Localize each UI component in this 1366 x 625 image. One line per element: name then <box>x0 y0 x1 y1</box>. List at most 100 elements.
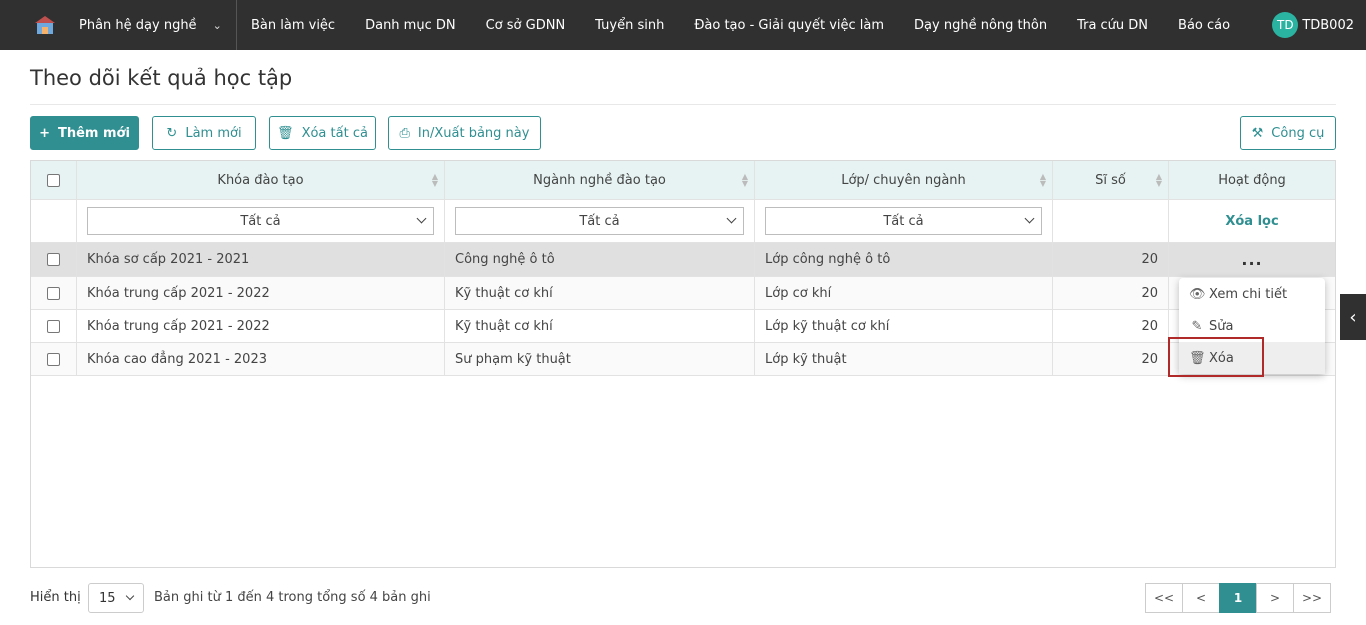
table-row[interactable]: Khóa sơ cấp 2021 - 2021 Công nghệ ô tô L… <box>31 243 1335 277</box>
filter-course-cell: Tất cả <box>77 200 445 243</box>
select-all-cell <box>31 161 77 200</box>
header-course[interactable]: Khóa đào tạo ▲ ▼ <box>77 161 445 200</box>
header-class[interactable]: Lớp/ chuyên ngành ▲ ▼ <box>755 161 1053 200</box>
user-menu[interactable]: TD TDB002 <box>1272 12 1354 38</box>
nav-co-so-gdnn[interactable]: Cơ sở GDNN <box>486 18 566 33</box>
tools-icon: ⚒ <box>1251 125 1264 141</box>
trash-icon: 🗑 <box>277 125 294 141</box>
row-class: Lớp kỹ thuật cơ khí <box>755 310 1053 343</box>
filter-major-cell: Tất cả <box>445 200 755 243</box>
page-last-button[interactable]: >> <box>1293 583 1331 613</box>
tools-button-label: Công cụ <box>1271 125 1325 141</box>
row-count: 20 <box>1053 310 1169 343</box>
filter-empty-cell <box>31 200 77 243</box>
table-row[interactable]: Khóa cao đẳng 2021 - 2023 Sư phạm kỹ thu… <box>31 343 1335 376</box>
title-divider <box>30 104 1336 105</box>
app-logo-icon[interactable] <box>34 14 56 36</box>
avatar: TD <box>1272 12 1299 38</box>
row-count: 20 <box>1053 243 1169 277</box>
sort-icon: ▲ ▼ <box>431 172 438 188</box>
sort-icon: ▲ ▼ <box>1039 172 1046 188</box>
row-class: Lớp kỹ thuật <box>755 343 1053 376</box>
page-1-button[interactable]: 1 <box>1219 583 1257 613</box>
filter-major-select[interactable]: Tất cả <box>455 207 744 235</box>
row-class: Lớp cơ khí <box>755 277 1053 310</box>
print-export-button-label: In/Xuất bảng này <box>417 125 530 141</box>
refresh-button-label: Làm mới <box>185 125 242 141</box>
nav-danh-muc-dn[interactable]: Danh mục DN <box>365 18 456 33</box>
chevron-down-icon <box>726 213 737 224</box>
select-all-checkbox[interactable] <box>47 173 60 187</box>
page-first-button[interactable]: << <box>1145 583 1183 613</box>
more-actions-icon[interactable]: ... <box>1241 250 1262 269</box>
chevron-down-icon <box>1024 213 1035 224</box>
header-major[interactable]: Ngành nghề đào tạo ▲ ▼ <box>445 161 755 200</box>
row-checkbox[interactable] <box>47 253 60 266</box>
chevron-down-icon: ⌄ <box>212 18 222 32</box>
filter-class-cell: Tất cả <box>755 200 1053 243</box>
collapse-panel-button[interactable]: ‹ <box>1340 294 1366 340</box>
row-course: Khóa trung cấp 2021 - 2022 <box>77 310 445 343</box>
highlight-box <box>1168 337 1264 377</box>
add-button[interactable]: + Thêm mới <box>30 116 139 150</box>
row-checkbox[interactable] <box>47 352 60 366</box>
row-major: Kỹ thuật cơ khí <box>445 277 755 310</box>
page-prev-button[interactable]: < <box>1182 583 1220 613</box>
print-export-button[interactable]: ⎙ In/Xuất bảng này <box>388 116 541 150</box>
page-size-label: Hiển thị <box>30 590 81 605</box>
header-course-label: Khóa đào tạo <box>217 172 304 188</box>
table-row[interactable]: Khóa trung cấp 2021 - 2022 Kỹ thuật cơ k… <box>31 277 1335 310</box>
row-checkbox[interactable] <box>47 286 60 300</box>
chevron-left-icon: ‹ <box>1349 306 1357 328</box>
filter-major-value: Tất cả <box>579 213 620 229</box>
filter-actions-cell: Xóa lọc <box>1169 200 1335 243</box>
header-count[interactable]: Sĩ số ▲ ▼ <box>1053 161 1169 200</box>
row-checkbox-cell <box>31 343 77 376</box>
page-title: Theo dõi kết quả học tập <box>30 66 293 90</box>
row-course: Khóa cao đẳng 2021 - 2023 <box>77 343 445 376</box>
row-checkbox-cell <box>31 277 77 310</box>
clear-filter-link[interactable]: Xóa lọc <box>1225 214 1278 229</box>
nav-tuyen-sinh[interactable]: Tuyển sinh <box>595 18 664 33</box>
filter-course-select[interactable]: Tất cả <box>87 207 434 235</box>
header-class-label: Lớp/ chuyên ngành <box>841 172 966 188</box>
printer-icon: ⎙ <box>399 125 410 141</box>
eye-icon: 👁 <box>1189 286 1206 302</box>
add-button-label: Thêm mới <box>57 125 130 141</box>
refresh-button[interactable]: ↻ Làm mới <box>152 116 256 150</box>
filter-class-select[interactable]: Tất cả <box>765 207 1042 235</box>
row-checkbox[interactable] <box>47 319 60 333</box>
page-next-button[interactable]: > <box>1256 583 1294 613</box>
nav-bao-cao[interactable]: Báo cáo <box>1178 18 1230 33</box>
row-checkbox-cell <box>31 310 77 343</box>
row-count: 20 <box>1053 343 1169 376</box>
row-course: Khóa sơ cấp 2021 - 2021 <box>77 243 445 277</box>
row-checkbox-cell <box>31 243 77 277</box>
row-major: Sư phạm kỹ thuật <box>445 343 755 376</box>
sort-icon: ▲ ▼ <box>741 172 748 188</box>
row-course: Khóa trung cấp 2021 - 2022 <box>77 277 445 310</box>
nav-day-nghe-nong-thon[interactable]: Dạy nghề nông thôn <box>914 18 1047 33</box>
page-size-select[interactable]: 15 <box>88 583 144 613</box>
plus-icon: + <box>39 125 50 141</box>
navbar-divider <box>236 0 237 50</box>
main-nav: Bàn làm việc Danh mục DN Cơ sở GDNN Tuyể… <box>251 0 1260 50</box>
header-major-label: Ngành nghề đào tạo <box>533 172 666 188</box>
edit-icon: ✎ <box>1191 318 1203 334</box>
nav-dao-tao[interactable]: Đào tạo - Giải quyết việc làm <box>694 18 884 33</box>
menu-item-view-label: Xem chi tiết <box>1209 286 1288 302</box>
menu-item-view-details[interactable]: 👁 Xem chi tiết <box>1179 278 1325 310</box>
chevron-down-icon <box>125 591 135 601</box>
page-size-value: 15 <box>99 590 116 606</box>
module-selector[interactable]: Phân hệ dạy nghề ⌄ <box>79 0 222 50</box>
row-actions-cell: ... <box>1169 243 1335 277</box>
tools-button[interactable]: ⚒ Công cụ <box>1240 116 1336 150</box>
table-row[interactable]: Khóa trung cấp 2021 - 2022 Kỹ thuật cơ k… <box>31 310 1335 343</box>
pagination: << < 1 > >> <box>1145 583 1331 613</box>
nav-ban-lam-viec[interactable]: Bàn làm việc <box>251 18 335 33</box>
refresh-icon: ↻ <box>166 125 178 141</box>
nav-tra-cuu-dn[interactable]: Tra cứu DN <box>1077 18 1148 33</box>
delete-all-button-label: Xóa tất cả <box>301 125 368 141</box>
header-count-label: Sĩ số <box>1095 172 1126 188</box>
delete-all-button[interactable]: 🗑 Xóa tất cả <box>269 116 376 150</box>
